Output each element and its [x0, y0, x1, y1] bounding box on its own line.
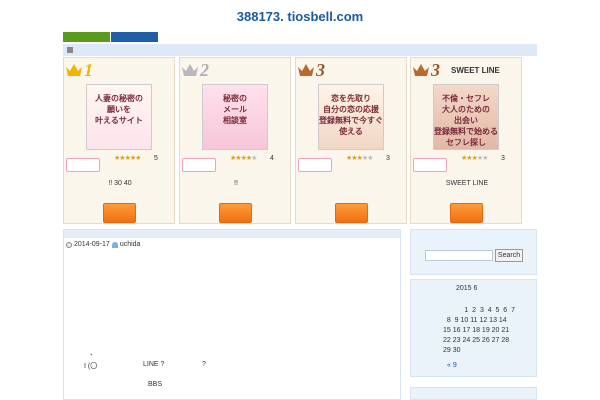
- calendar-row: 22 23 24 25 26 27 28: [443, 337, 510, 344]
- star-icon: ★: [135, 155, 141, 162]
- post-author[interactable]: uchida: [120, 241, 141, 248]
- calendar-row: 1 2 3 4 5 6 7: [443, 307, 515, 314]
- star-rating: ★★★★★: [114, 154, 141, 162]
- rank-number: 3: [316, 59, 325, 80]
- section-header-bar: [63, 44, 537, 56]
- calendar-prev-link[interactable]: « 9: [447, 362, 457, 369]
- post-meta: 2014-09-17 uchida: [66, 241, 140, 248]
- banner-text: 相談室: [223, 116, 247, 125]
- banner-text: 大人のための: [442, 105, 490, 114]
- rank-badge: 3: [413, 60, 440, 80]
- ranking-card[interactable]: 3 SWEET LINE 不倫・セフレ 大人のための 出会い登録無料で始めるセフレ探…: [410, 57, 522, 224]
- star-icon: ★: [482, 155, 488, 162]
- ranking-card[interactable]: 1 人妻の秘密の 願いを叶えるサイト ★★★★★ 5 !! 30 40: [63, 57, 175, 224]
- site-title[interactable]: 388173. tiosbell.com: [0, 9, 600, 24]
- rank-badge: 3: [298, 60, 325, 80]
- star-rating: ★★★★★: [346, 154, 373, 162]
- search-widget: Search: [410, 229, 537, 275]
- banner-text: 叶えるサイト: [95, 116, 143, 125]
- search-input[interactable]: [425, 250, 493, 261]
- post-date: 2014-09-17: [74, 241, 110, 248]
- calendar-widget: 2015 6 1 2 3 4 5 6 7 8 9 10 11 12 13 14 1…: [410, 279, 537, 377]
- label-pill: [182, 158, 216, 172]
- visit-button[interactable]: [103, 203, 136, 223]
- banner-text: 不倫・セフレ: [442, 94, 490, 103]
- site-description: !! 30 40: [108, 180, 132, 187]
- site-banner[interactable]: 不倫・セフレ 大人のための 出会い登録無料で始めるセフレ探し: [433, 84, 499, 150]
- banner-text: 人妻の秘密の: [95, 94, 143, 103]
- ranking-card[interactable]: 2 秘密のメール相談室 ★★★★★ 4 !!: [179, 57, 291, 224]
- star-rating: ★★★★★: [461, 154, 488, 162]
- post-text-1: 、: [90, 350, 97, 357]
- nav-tab-2[interactable]: [111, 32, 158, 42]
- post-text-2a: I (〇: [84, 363, 98, 370]
- calendar-row: 8 9 10 11 12 13 14: [443, 317, 507, 324]
- crown-icon: [66, 64, 82, 76]
- site-banner[interactable]: 秘密の メール 相談室: [202, 84, 268, 150]
- crown-icon: [298, 64, 314, 76]
- main-header-bar: [64, 230, 400, 238]
- rating-number: 4: [270, 155, 274, 162]
- rank-number: 1: [84, 59, 93, 80]
- rating-number: 3: [386, 155, 390, 162]
- banner-text: 登録無料で始めるセフレ探し: [434, 127, 498, 147]
- rating-number: 3: [501, 155, 505, 162]
- visit-button[interactable]: [219, 203, 252, 223]
- post-text-3: BBS: [148, 381, 163, 388]
- banner-text: メール: [223, 105, 247, 114]
- calendar-title: 2015 6: [456, 285, 478, 292]
- rank-number: 3: [431, 59, 440, 80]
- nav-tab-1[interactable]: [63, 32, 110, 42]
- site-description: !!: [234, 180, 238, 187]
- label-pill: [298, 158, 332, 172]
- visit-button[interactable]: [450, 203, 483, 223]
- rank-badge: 1: [66, 60, 93, 80]
- site-banner[interactable]: 恋を先取り自分の恋の応援登録無料で今すぐ使える: [318, 84, 384, 150]
- visit-button[interactable]: [335, 203, 368, 223]
- clock-icon: [66, 241, 72, 248]
- calendar-row: 29 30: [443, 347, 461, 354]
- label-pill: [66, 158, 100, 172]
- banner-text: 願いを: [107, 105, 131, 114]
- calendar-row: 15 16 17 18 19 20 21: [443, 327, 510, 334]
- star-rating: ★★★★★: [230, 154, 257, 162]
- label-pill: [413, 158, 447, 172]
- ranking-panel: 1 人妻の秘密の 願いを叶えるサイト ★★★★★ 5 !! 30 40 2 秘密の…: [63, 57, 537, 225]
- site-banner[interactable]: 人妻の秘密の 願いを叶えるサイト: [86, 84, 152, 150]
- banner-text: 自分の恋の応援: [323, 105, 379, 114]
- rank-badge: 2: [182, 60, 209, 80]
- rank-number: 2: [200, 59, 209, 80]
- banner-text: 登録無料で今すぐ使える: [319, 116, 383, 136]
- sidebar: Search 2015 6 1 2 3 4 5 6 7 8 9 10 11 12…: [410, 229, 537, 400]
- banner-text: 秘密の: [223, 94, 247, 103]
- crown-icon: [182, 64, 198, 76]
- star-icon: ★: [367, 155, 373, 162]
- crown-icon: [413, 64, 429, 76]
- sidebar-widget: [410, 387, 537, 400]
- main-content: 2014-09-17 uchida 、 I (〇 LINE ? ? BBS: [63, 229, 401, 400]
- square-icon: [67, 47, 73, 53]
- banner-text: 恋を先取り: [331, 94, 371, 103]
- rating-number: 5: [154, 155, 158, 162]
- banner-text: 出会い: [454, 116, 478, 125]
- ranking-card[interactable]: 3 恋を先取り自分の恋の応援登録無料で今すぐ使える ★★★★★ 3: [295, 57, 407, 224]
- calendar-grid: 1 2 3 4 5 6 7 8 9 10 11 12 13 14 15 16 17…: [443, 306, 515, 356]
- search-button[interactable]: Search: [495, 249, 523, 262]
- star-icon: ★: [251, 155, 257, 162]
- user-icon: [111, 241, 118, 248]
- post-text-2c: ?: [202, 361, 206, 368]
- post-text-2b: LINE ?: [143, 361, 165, 368]
- site-description: SWEET LINE: [445, 180, 489, 187]
- site-name: SWEET LINE: [451, 66, 500, 75]
